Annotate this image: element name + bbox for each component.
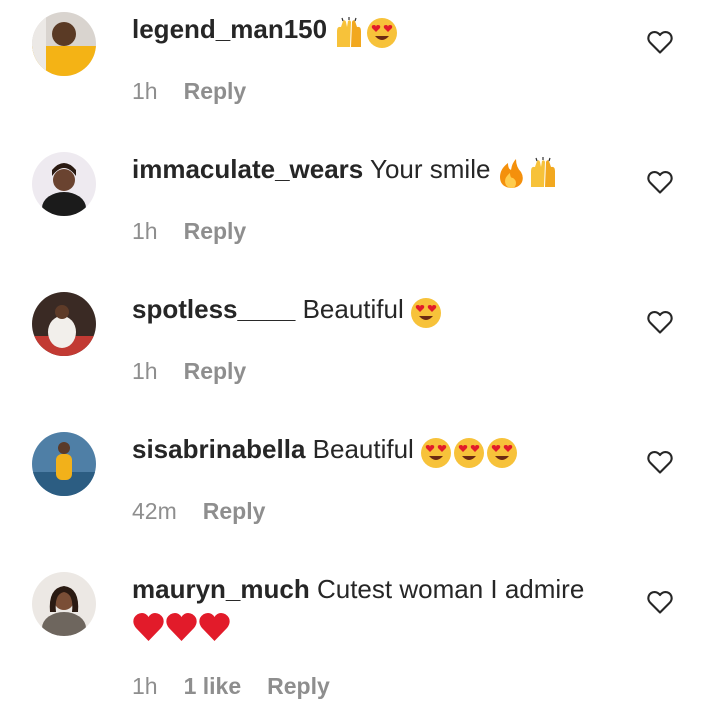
avatar[interactable]	[32, 432, 96, 496]
avatar[interactable]	[32, 572, 96, 636]
avatar[interactable]	[32, 292, 96, 356]
comment-emojis	[420, 434, 519, 469]
like-heart-icon[interactable]	[646, 448, 674, 476]
reply-button[interactable]: Reply	[203, 498, 266, 524]
red-heart-emoji	[199, 613, 230, 641]
heart-eyes-emoji	[453, 437, 484, 468]
comment-time: 1h	[132, 78, 158, 104]
avatar-image	[32, 292, 96, 356]
like-heart-icon[interactable]	[646, 588, 674, 616]
avatar-image	[32, 152, 96, 216]
comment-username[interactable]: sisabrinabella	[132, 434, 305, 464]
fire-emoji	[500, 158, 524, 188]
comment-time: 1h	[132, 673, 158, 699]
like-heart-icon[interactable]	[646, 168, 674, 196]
comment-time: 1h	[132, 218, 158, 244]
heart-eyes-emoji	[367, 17, 398, 48]
raised-hands-emoji	[531, 156, 556, 187]
like-heart-icon[interactable]	[646, 308, 674, 336]
reply-button[interactable]: Reply	[267, 673, 330, 699]
avatar-image	[32, 572, 96, 636]
heart-eyes-emoji	[486, 437, 517, 468]
red-heart-emoji	[166, 613, 197, 641]
comment-text: Cutest woman I admire	[316, 574, 585, 604]
comment-text: Beautiful	[312, 434, 414, 464]
reply-button[interactable]: Reply	[184, 78, 247, 104]
comment-emojis	[333, 14, 399, 49]
likes-count[interactable]: 1 like	[184, 673, 242, 699]
comment-time: 42m	[132, 498, 177, 524]
comment-username[interactable]: legend_man150	[132, 14, 327, 44]
reply-button[interactable]: Reply	[184, 358, 247, 384]
comment-username[interactable]: mauryn_much	[132, 574, 310, 604]
comment-meta: 42m Reply	[132, 498, 291, 525]
comment-text: Beautiful	[302, 294, 404, 324]
comment-emojis	[410, 294, 443, 329]
avatar-image	[32, 12, 96, 76]
avatar-image	[32, 432, 96, 496]
avatar[interactable]	[32, 152, 96, 216]
heart-eyes-emoji	[420, 437, 451, 468]
raised-hands-emoji	[337, 16, 362, 47]
heart-eyes-emoji	[410, 297, 441, 328]
comment-meta: 1h Reply	[132, 218, 272, 245]
like-heart-icon[interactable]	[646, 28, 674, 56]
red-heart-emoji	[133, 613, 164, 641]
comment-username[interactable]: spotless____	[132, 294, 295, 324]
comment-emojis	[496, 154, 560, 189]
comment-text: Your smile	[370, 154, 491, 184]
avatar[interactable]	[32, 12, 96, 76]
comment-time: 1h	[132, 358, 158, 384]
comment-username[interactable]: immaculate_wears	[132, 154, 363, 184]
comment-meta: 1h Reply	[132, 358, 272, 385]
comment-meta: 1h Reply	[132, 78, 272, 105]
reply-button[interactable]: Reply	[184, 218, 247, 244]
comment-meta: 1h 1 like Reply	[132, 673, 356, 700]
comment-emojis	[132, 612, 632, 647]
